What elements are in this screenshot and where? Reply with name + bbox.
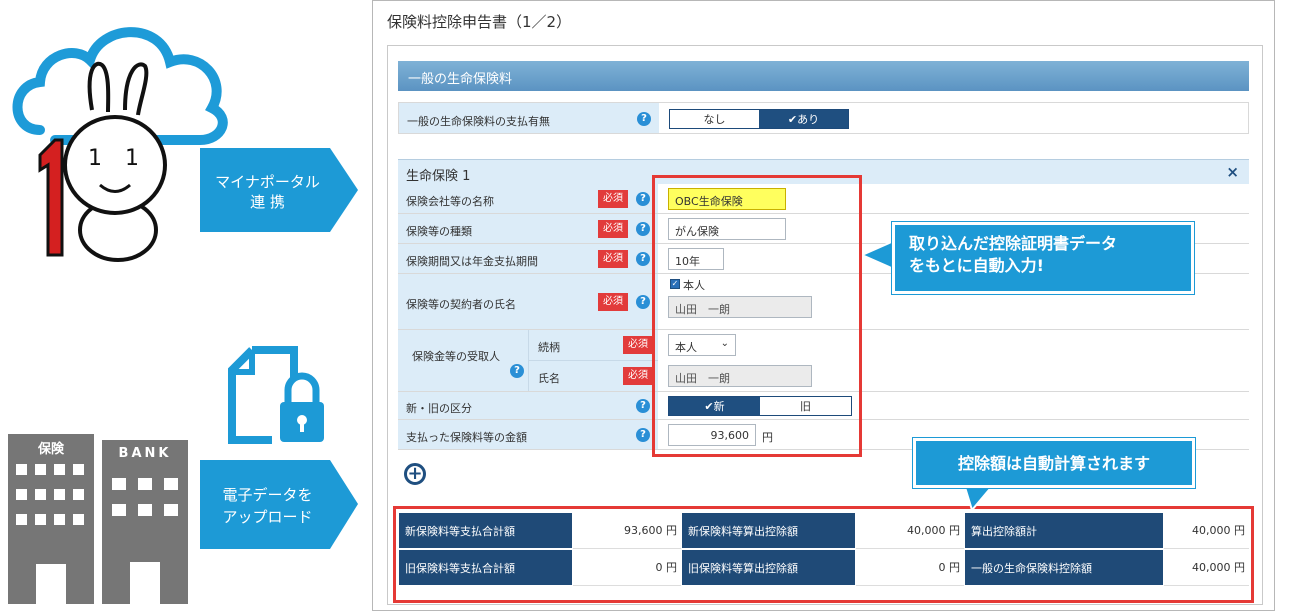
arrow-mynaportal-label: マイナポータル 連 携 [215, 173, 320, 211]
building-insurance-icon [8, 434, 94, 604]
payment-row: 一般の生命保険料の支払有無 ? なし ✔あり [398, 102, 1249, 134]
callout-pointer [962, 484, 996, 512]
red-number-one-icon [38, 138, 64, 257]
callout-pointer [862, 238, 896, 272]
payment-toggle: なし ✔あり [669, 109, 849, 129]
payment-label: 一般の生命保険料の支払有無 [407, 115, 550, 128]
required-badge: 必須 [598, 220, 628, 238]
help-icon[interactable]: ? [636, 428, 650, 442]
amount-label: 支払った保険料等の金額 [406, 431, 527, 444]
company-label: 保険会社等の名称 [406, 195, 494, 208]
help-icon[interactable]: ? [636, 399, 650, 413]
required-badge: 必須 [598, 190, 628, 208]
period-label: 保険期間又は年金支払期間 [406, 255, 538, 268]
svg-text:1: 1 [88, 146, 102, 171]
building-bank-label: BANK [118, 446, 172, 461]
help-icon[interactable]: ? [636, 295, 650, 309]
section-header: 一般の生命保険料 [398, 61, 1249, 91]
summary-highlight [393, 506, 1254, 603]
building-insurance-label: 保険 [37, 442, 64, 457]
required-badge: 必須 [598, 293, 628, 311]
required-badge: 必須 [623, 367, 653, 385]
help-icon[interactable]: ? [636, 252, 650, 266]
add-insurance-button[interactable]: + [404, 463, 426, 485]
contractor-label: 保険等の契約者の氏名 [406, 298, 516, 311]
required-badge: 必須 [623, 336, 653, 354]
auto-input-highlight [652, 175, 862, 457]
type-label: 保険等の種類 [406, 225, 472, 238]
auto-input-callout: 取り込んだ控除証明書データ をもとに自動入力! [891, 221, 1195, 295]
document-lock-icon [228, 346, 324, 444]
arrow-upload-label: 電子データを アップロード [222, 486, 313, 526]
recipient-name-label: 氏名 [538, 372, 560, 385]
help-icon[interactable]: ? [636, 192, 650, 206]
help-icon[interactable]: ? [636, 222, 650, 236]
close-icon[interactable]: × [1226, 163, 1239, 181]
insurance-1-title: 生命保険 1 [406, 169, 471, 184]
new-old-label: 新・旧の区分 [406, 402, 472, 415]
payment-option-yes[interactable]: ✔あり [759, 110, 848, 128]
page-title: 保険料控除申告書（1／2） [387, 13, 572, 31]
payment-option-none[interactable]: なし [670, 110, 759, 128]
help-icon[interactable]: ? [637, 112, 651, 126]
svg-text:1: 1 [125, 146, 139, 171]
help-icon[interactable]: ? [510, 364, 524, 378]
required-badge: 必須 [598, 250, 628, 268]
relation-label: 続柄 [538, 341, 560, 354]
recipient-label: 保険金等の受取人 [412, 350, 500, 363]
building-bank-icon [102, 440, 188, 604]
auto-calc-callout: 控除額は自動計算されます [912, 437, 1196, 489]
